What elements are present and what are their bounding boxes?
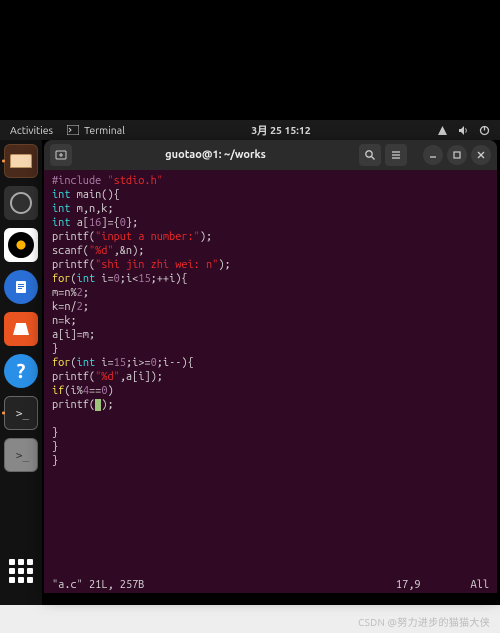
dock: ? [0, 140, 42, 605]
search-icon [364, 149, 376, 161]
vim-row-col: 17,9 [396, 579, 421, 593]
terminal-viewport[interactable]: #include "stdio.h" int main(){ int m,n,k… [44, 170, 497, 579]
hamburger-icon [390, 149, 402, 161]
network-icon [437, 125, 448, 136]
rhythmbox-launcher[interactable] [4, 228, 38, 262]
watermark: CSDN @努力进步的猫猫大侠 [358, 614, 490, 629]
search-button[interactable] [359, 144, 381, 166]
app-menu-label: Terminal [84, 124, 125, 136]
window-title: guotao@1: ~/works [76, 149, 355, 161]
system-monitor-launcher[interactable] [4, 186, 38, 220]
software-launcher[interactable] [4, 312, 38, 346]
vim-mode: All [471, 579, 489, 593]
power-icon [479, 125, 490, 136]
system-tray[interactable] [437, 125, 490, 136]
terminal-icon [67, 125, 79, 135]
activities-button[interactable]: Activities [10, 124, 53, 136]
close-button[interactable] [471, 145, 491, 165]
minimize-icon [428, 150, 438, 160]
vim-file-name: "a.c" [52, 579, 83, 593]
volume-icon [458, 125, 469, 136]
maximize-button[interactable] [447, 145, 467, 165]
vim-status-line: "a.c" 21L, 257B 17,9 All [44, 579, 497, 593]
help-launcher[interactable]: ? [4, 354, 38, 388]
minimize-button[interactable] [423, 145, 443, 165]
menu-button[interactable] [385, 144, 407, 166]
close-icon [476, 150, 486, 160]
terminal-window: guotao@1: ~/works #include "stdio.h" int… [44, 140, 497, 593]
vim-file-meta: 21L, 257B [89, 579, 144, 593]
app-menu[interactable]: Terminal [67, 124, 125, 136]
new-tab-button[interactable] [50, 144, 72, 166]
terminal-launcher-light[interactable] [4, 438, 38, 472]
terminal-launcher-dark[interactable] [4, 396, 38, 430]
gnome-top-bar: Activities Terminal 3月 25 15:12 [0, 120, 500, 140]
files-launcher[interactable] [4, 144, 38, 178]
clock[interactable]: 3月 25 15:12 [125, 123, 437, 138]
show-applications-button[interactable] [7, 557, 35, 585]
libreoffice-writer-launcher[interactable] [4, 270, 38, 304]
terminal-headerbar: guotao@1: ~/works [44, 140, 497, 170]
maximize-icon [452, 150, 462, 160]
